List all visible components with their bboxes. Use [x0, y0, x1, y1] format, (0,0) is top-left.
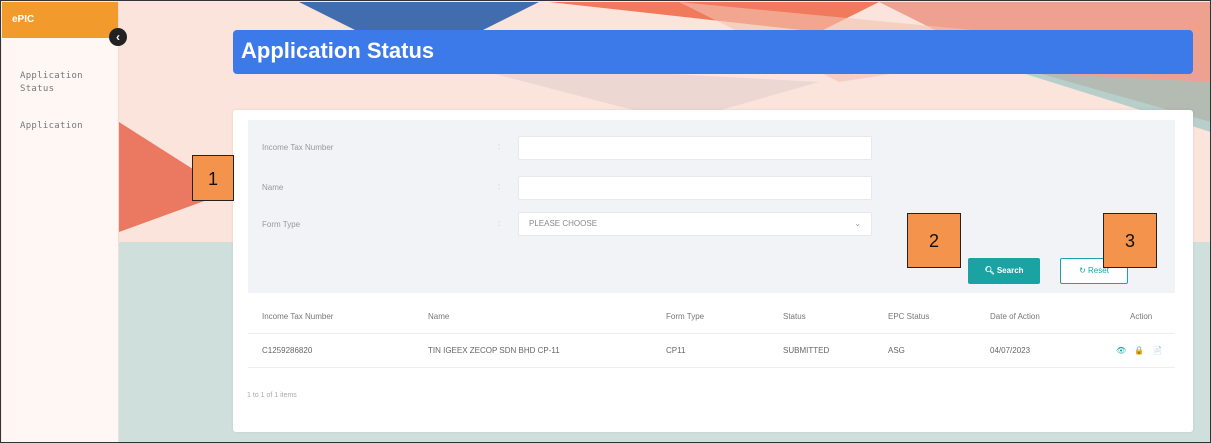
search-icon: 🔍︎	[984, 266, 995, 275]
form-type-select[interactable]: PLEASE CHOOSE ⌄	[518, 212, 872, 236]
cell-status: SUBMITTED	[783, 346, 830, 355]
income-tax-input[interactable]	[518, 136, 872, 160]
search-button[interactable]: 🔍︎ Search	[968, 258, 1040, 284]
cell-form-type: CP11	[666, 346, 686, 355]
income-tax-label: Income Tax Number	[262, 143, 334, 152]
brand-logo: ePIC	[2, 2, 118, 38]
sidebar: ePIC Application Status Application	[2, 2, 119, 442]
table-row: C1259286820 TIN IGEEX ZECOP SDN BHD CP-1…	[248, 334, 1175, 368]
callout-1: 1	[192, 155, 234, 201]
cell-name: TIN IGEEX ZECOP SDN BHD CP-11	[428, 346, 560, 355]
filter-panel: Income Tax Number : Name : Form Type : P…	[248, 120, 1175, 293]
search-button-label: Search	[996, 266, 1024, 275]
column-header-epc-status: EPC Status	[888, 312, 930, 321]
sidebar-item-application-status[interactable]: Application Status	[2, 70, 118, 96]
column-header-form-type[interactable]: Form Type	[666, 312, 704, 321]
form-type-selected: PLEASE CHOOSE	[529, 219, 598, 228]
cell-epc-status: ASG	[888, 346, 905, 355]
column-header-name[interactable]: Name	[428, 312, 449, 321]
column-header-date: Date of Action	[990, 312, 1040, 321]
page-title: Application Status	[233, 30, 1193, 74]
column-header-status: Status	[783, 312, 806, 321]
main-card: Income Tax Number : Name : Form Type : P…	[233, 110, 1193, 432]
callout-3: 3	[1103, 213, 1157, 268]
reset-icon: ↻	[1079, 266, 1086, 275]
name-input[interactable]	[518, 176, 872, 200]
form-type-label: Form Type	[262, 220, 301, 229]
chevron-down-icon: ⌄	[854, 219, 861, 228]
cell-tax-number: C1259286820	[262, 346, 313, 355]
results-table: Income Tax Number Name Form Type Status …	[248, 300, 1175, 368]
column-header-tax-number[interactable]: Income Tax Number	[262, 312, 333, 321]
row-action-icons[interactable]: 👁 🔒 📄	[1116, 346, 1166, 355]
colon-separator: :	[498, 182, 501, 191]
chevron-left-icon[interactable]: ‹	[109, 28, 127, 46]
colon-separator: :	[498, 142, 501, 151]
colon-separator: :	[498, 219, 501, 228]
cell-date: 04/07/2023	[990, 346, 1031, 355]
sidebar-item-application[interactable]: Application	[2, 120, 118, 133]
name-label: Name	[262, 183, 284, 192]
column-header-action: Action	[1130, 312, 1153, 321]
callout-2: 2	[907, 213, 961, 268]
pagination-count: 1 to 1 of 1 items	[247, 392, 297, 399]
table-header-row: Income Tax Number Name Form Type Status …	[248, 300, 1175, 334]
app-window: ePIC Application Status Application ‹ Ap…	[0, 0, 1211, 443]
